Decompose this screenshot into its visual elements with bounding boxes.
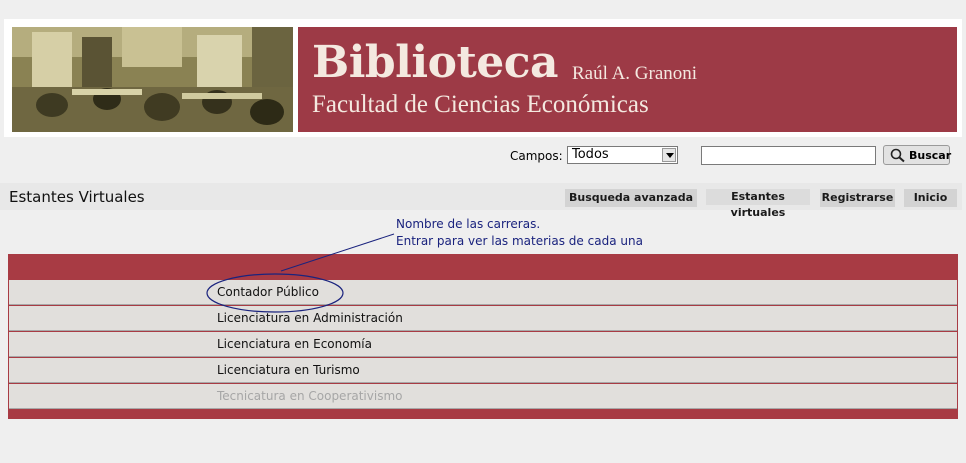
list-header [8,254,958,279]
search-button[interactable]: Buscar [883,145,952,166]
career-row-cooperativismo: Tecnicatura en Cooperativismo [9,384,957,409]
header-banner: Biblioteca Raúl A. Granoni Facultad de C… [4,19,962,137]
nav-registrarse[interactable]: Registrarse [820,189,895,207]
career-label[interactable]: Licenciatura en Administración [217,311,403,325]
search-button-label: Buscar [909,149,952,162]
magnifier-icon [890,148,906,166]
nav-bar: Estantes Virtuales Busqueda avanzada Est… [0,183,962,219]
faculty-name: Facultad de Ciencias Económicas [312,91,649,118]
nav-estantes-virtuales[interactable]: Estantes virtuales [706,189,810,219]
annotation-line-1: Nombre de las carreras. [396,217,541,231]
nav-inicio[interactable]: Inicio [904,189,957,207]
site-subtitle: Raúl A. Granoni [572,63,698,84]
nav-busqueda-avanzada[interactable]: Busqueda avanzada [565,189,697,207]
career-label[interactable]: Licenciatura en Economía [217,337,372,351]
career-label[interactable]: Licenciatura en Turismo [217,363,360,377]
site-title: Biblioteca [312,37,559,88]
careers-list: Contador Público Licenciatura en Adminis… [8,254,958,419]
search-input[interactable] [701,146,876,165]
career-label: Tecnicatura en Cooperativismo [217,389,403,403]
chevron-down-icon[interactable] [662,148,676,162]
career-row-economia[interactable]: Licenciatura en Economía [9,332,957,357]
campos-selected-value: Todos [572,147,609,162]
annotation-note: Nombre de las carreras. Entrar para ver … [396,216,643,250]
career-label[interactable]: Contador Público [217,285,319,299]
campos-label: Campos: [510,149,563,163]
campos-select[interactable]: Todos [567,146,678,164]
annotation-line-2: Entrar para ver las materias de cada una [396,234,643,248]
career-row-turismo[interactable]: Licenciatura en Turismo [9,358,957,383]
title-panel: Biblioteca Raúl A. Granoni Facultad de C… [298,27,957,132]
search-bar: Campos: Todos Buscar [0,140,966,180]
career-row-administracion[interactable]: Licenciatura en Administración [9,306,957,331]
career-row-contador[interactable]: Contador Público [9,280,957,305]
library-photo [12,27,293,132]
page-title: Estantes Virtuales [9,188,145,206]
